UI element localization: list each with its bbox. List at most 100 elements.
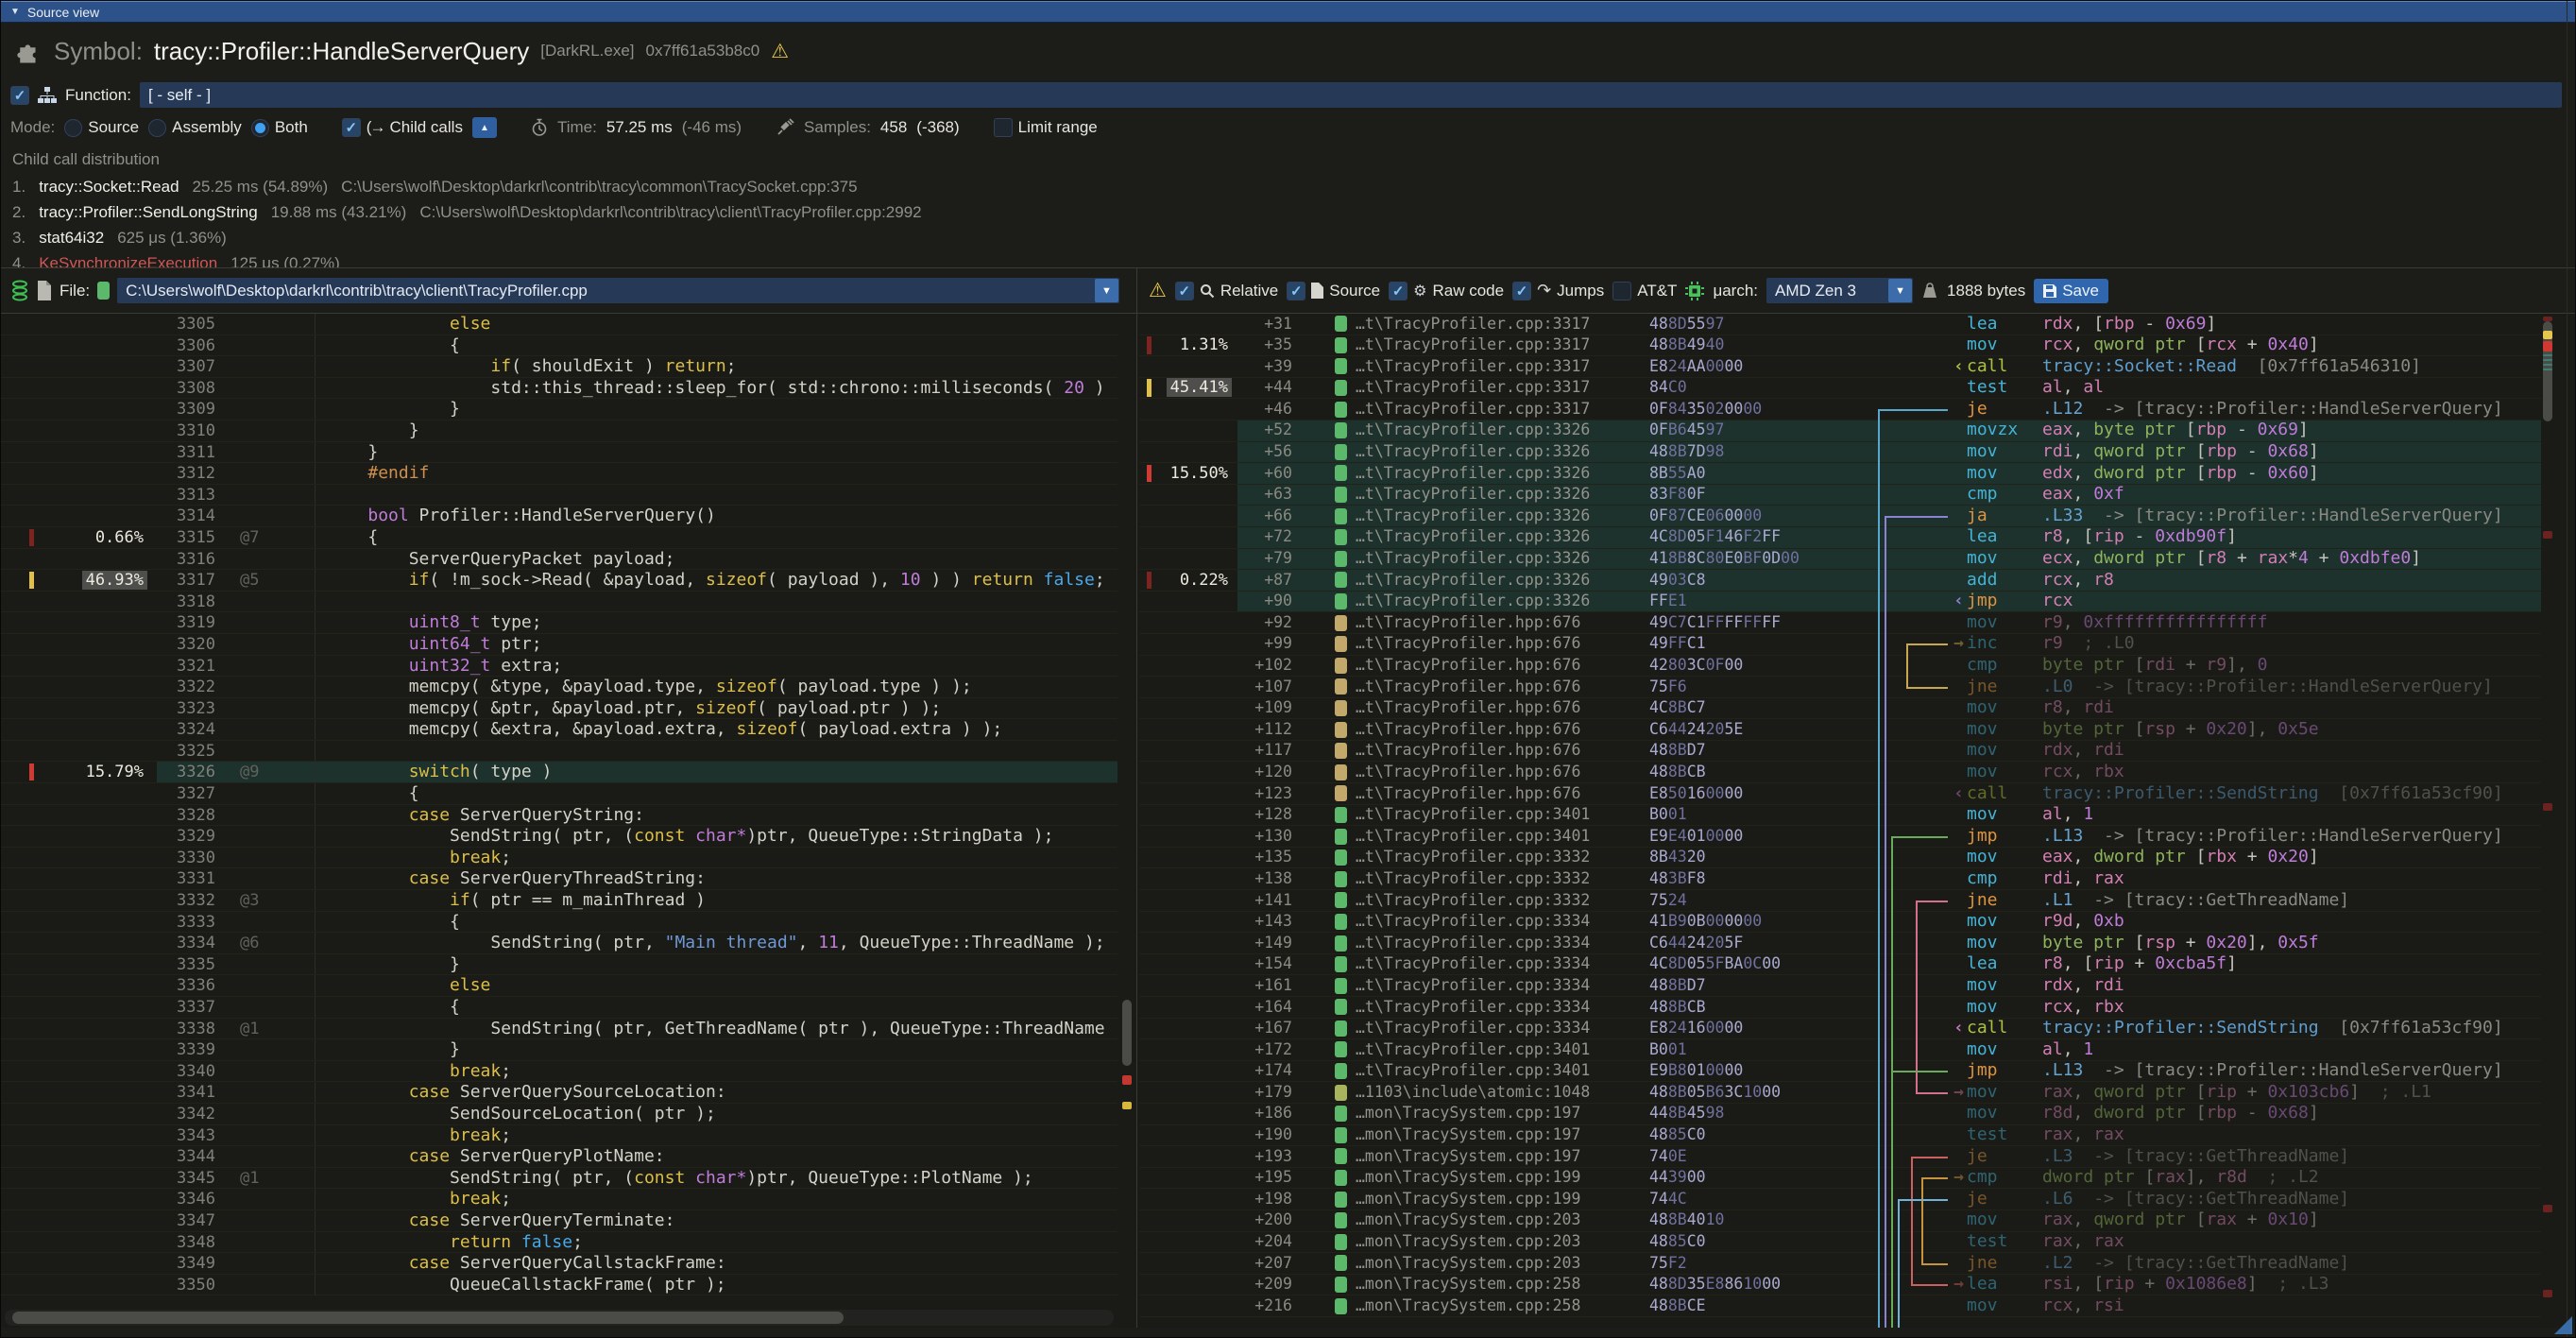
source-line-row[interactable]: 3310 } [1,420,1117,442]
asm-instruction-row[interactable]: +46…t\TracyProfiler.cpp:33170F8435020000… [1139,399,2541,420]
asm-instruction-row[interactable]: +204…mon\TracySystem.cpp:2034885C0testra… [1139,1232,2541,1254]
jumps-checkbox[interactable]: ✓ [1512,282,1531,300]
asm-source-location[interactable]: …t\TracyProfiler.cpp:3326 [1347,506,1649,527]
source-line-row[interactable]: 3318 [1,592,1117,613]
asm-source-location[interactable]: …t\TracyProfiler.cpp:3326 [1347,484,1649,506]
radio-both[interactable]: Both [251,118,308,137]
asm-instruction-row[interactable]: 45.41%+44…t\TracyProfiler.cpp:331784C0te… [1139,378,2541,400]
source-line-row[interactable]: 3305 else [1,314,1117,335]
asm-instruction-row[interactable]: +90…t\TracyProfiler.cpp:3326FFE1‹jmprcx [1139,592,2541,613]
radio-assembly[interactable]: Assembly [148,118,242,137]
asm-source-location[interactable]: …t\TracyProfiler.cpp:3334 [1347,953,1649,975]
source-line-row[interactable]: 3324 memcpy( &extra, &payload.extra, siz… [1,719,1117,741]
source-line-row[interactable]: 3306 { [1,335,1117,357]
child-calls-toggle[interactable]: ✓ (→ Child calls [342,118,463,137]
asm-instruction-row[interactable]: +66…t\TracyProfiler.cpp:33260F87CE060000… [1139,506,2541,527]
asm-instruction-row[interactable]: +141…t\TracyProfiler.cpp:33327524jne.L1 … [1139,890,2541,912]
asm-instruction-row[interactable]: +186…mon\TracySystem.cpp:197448B4598movr… [1139,1104,2541,1125]
source-line-row[interactable]: 3314 bool Profiler::HandleServerQuery() [1,506,1117,527]
child-call-item[interactable]: 1.tracy::Socket::Read25.25 ms (54.89%)C:… [12,174,2575,199]
asm-source-location[interactable]: …mon\TracySystem.cpp:258 [1347,1295,1649,1317]
asm-instruction-row[interactable]: 1.31%+35…t\TracyProfiler.cpp:3317488B494… [1139,335,2541,357]
asm-source-location[interactable]: …mon\TracySystem.cpp:199 [1347,1167,1649,1189]
source-line-row[interactable]: 3345@1 SendString( ptr, (const char*)ptr… [1,1168,1117,1190]
uarch-dropdown-arrow[interactable]: ▼ [1888,279,1912,302]
asm-instruction-row[interactable]: +72…t\TracyProfiler.cpp:33264C8D05F146F2… [1139,527,2541,549]
asm-instruction-row[interactable]: +117…t\TracyProfiler.hpp:676488BD7movrdx… [1139,741,2541,763]
asm-instruction-row[interactable]: +123…t\TracyProfiler.hpp:676E850160000‹c… [1139,783,2541,805]
source-line-row[interactable]: 3343 break; [1,1125,1117,1147]
source-line-row[interactable]: 3330 break; [1,848,1117,869]
source-line-row[interactable]: 3312 #endif [1,463,1117,485]
att-toggle[interactable]: AT&T [1612,282,1677,300]
titlebar[interactable]: ▼ Source view [1,1,2575,23]
asm-source-location[interactable]: …t\TracyProfiler.hpp:676 [1347,612,1649,634]
asm-instruction-row[interactable]: +102…t\TracyProfiler.hpp:67642803C0F00cm… [1139,656,2541,678]
asm-instruction-row[interactable]: +63…t\TracyProfiler.cpp:332683F80Fcmpeax… [1139,485,2541,506]
asm-instruction-row[interactable]: +154…t\TracyProfiler.cpp:33344C8D055FBA0… [1139,954,2541,976]
relative-toggle[interactable]: ✓ Relative [1175,282,1278,300]
source-line-row[interactable]: 3325 [1,741,1117,763]
asm-source-location[interactable]: …t\TracyProfiler.cpp:3326 [1347,441,1649,463]
source-line-row[interactable]: 3346 break; [1,1189,1117,1210]
asm-source-location[interactable]: …t\TracyProfiler.cpp:3326 [1347,591,1649,612]
asm-source-location[interactable]: …mon\TracySystem.cpp:203 [1347,1209,1649,1231]
asm-instruction-row[interactable]: +31…t\TracyProfiler.cpp:3317488D5597lear… [1139,314,2541,335]
asm-source-location[interactable]: …mon\TracySystem.cpp:197 [1347,1124,1649,1146]
asm-source-location[interactable]: …t\TracyProfiler.cpp:3332 [1347,890,1649,912]
asm-source-location[interactable]: …t\TracyProfiler.hpp:676 [1347,783,1649,805]
asm-source-location[interactable]: …t\TracyProfiler.hpp:676 [1347,633,1649,655]
asm-instruction-row[interactable]: +161…t\TracyProfiler.cpp:3334488BD7movrd… [1139,975,2541,997]
asm-source-location[interactable]: …t\TracyProfiler.hpp:676 [1347,719,1649,741]
asm-instruction-row[interactable]: +195…mon\TracySystem.cpp:199443900→cmpdw… [1139,1168,2541,1190]
asm-source-location[interactable]: …t\TracyProfiler.cpp:3334 [1347,911,1649,933]
source-line-row[interactable]: 3349 case ServerQueryCallstackFrame: [1,1253,1117,1275]
asm-source-location[interactable]: …mon\TracySystem.cpp:197 [1347,1103,1649,1124]
source-line-row[interactable]: 3329 SendString( ptr, (const char*)ptr, … [1,826,1117,848]
source-line-row[interactable]: 3341 case ServerQuerySourceLocation: [1,1082,1117,1104]
asm-instruction-row[interactable]: +92…t\TracyProfiler.hpp:67649C7C1FFFFFFF… [1139,612,2541,634]
asm-instruction-row[interactable]: +79…t\TracyProfiler.cpp:3326418B8C80E0BF… [1139,549,2541,571]
asm-source-location[interactable]: …t\TracyProfiler.cpp:3332 [1347,847,1649,868]
source-line-row[interactable]: 3309 } [1,399,1117,420]
source-hscroll-thumb[interactable] [12,1312,844,1324]
source-line-row[interactable]: 3342 SendSourceLocation( ptr ); [1,1104,1117,1125]
resize-grip-icon[interactable] [2554,1316,2572,1334]
asm-instruction-row[interactable]: +198…mon\TracySystem.cpp:199744Cje.L6 ->… [1139,1189,2541,1210]
asm-instruction-row[interactable]: +135…t\TracyProfiler.cpp:33328B4320movea… [1139,848,2541,869]
source-line-row[interactable]: 3336 else [1,975,1117,997]
child-call-item[interactable]: 3.stat64i32625 μs (1.36%) [12,225,2575,250]
asm-instruction-row[interactable]: +193…mon\TracySystem.cpp:197740Eje.L3 ->… [1139,1146,2541,1168]
asm-source-location[interactable]: …t\TracyProfiler.cpp:3334 [1347,975,1649,997]
asm-instruction-row[interactable]: +174…t\TracyProfiler.cpp:3401E9B8010000j… [1139,1061,2541,1083]
source-line-row[interactable]: 3340 break; [1,1061,1117,1083]
asm-source-location[interactable]: …t\TracyProfiler.cpp:3317 [1347,314,1649,334]
asm-instruction-row[interactable]: +99…t\TracyProfiler.hpp:67649FFC1→incr9 … [1139,634,2541,656]
asm-instruction-row[interactable]: +207…mon\TracySystem.cpp:20375F2jne.L2 -… [1139,1253,2541,1275]
source-line-row[interactable]: 3321 uint32_t extra; [1,656,1117,678]
limit-range-checkbox[interactable] [994,118,1013,137]
asm-source-location[interactable]: …t\TracyProfiler.cpp:3317 [1347,356,1649,378]
asm-instruction-row[interactable]: +56…t\TracyProfiler.cpp:3326488B7D98movr… [1139,442,2541,464]
source-line-row[interactable]: 3323 memcpy( &ptr, &payload.ptr, sizeof(… [1,698,1117,720]
asm-source-location[interactable]: …t\TracyProfiler.hpp:676 [1347,762,1649,783]
assembly-vertical-scrollbar[interactable] [2541,316,2554,1324]
asm-source-location[interactable]: …mon\TracySystem.cpp:203 [1347,1253,1649,1275]
source-line-row[interactable]: 3348 return false; [1,1232,1117,1254]
asm-instruction-row[interactable]: +190…mon\TracySystem.cpp:1974885C0testra… [1139,1125,2541,1147]
asm-instruction-row[interactable]: +167…t\TracyProfiler.cpp:3334E824160000‹… [1139,1019,2541,1040]
source-line-row[interactable]: 3337 { [1,997,1117,1019]
asm-instruction-row[interactable]: +52…t\TracyProfiler.cpp:33260FB64597movz… [1139,420,2541,442]
source-line-row[interactable]: 3328 case ServerQueryString: [1,805,1117,827]
asm-source-location[interactable]: …t\TracyProfiler.cpp:3326 [1347,570,1649,592]
asm-instruction-row[interactable]: +216…mon\TracySystem.cpp:258488BCEmovrcx… [1139,1295,2541,1317]
asm-source-location[interactable]: …t\TracyProfiler.cpp:3326 [1347,548,1649,570]
scrollbar-thumb[interactable] [1122,1000,1132,1066]
asm-source-location[interactable]: …t\TracyProfiler.cpp:3332 [1347,868,1649,890]
asm-source-location[interactable]: …t\TracyProfiler.cpp:3401 [1347,804,1649,826]
asm-instruction-row[interactable]: +172…t\TracyProfiler.cpp:3401B001moval, … [1139,1039,2541,1061]
source-horizontal-scrollbar[interactable] [5,1310,1114,1326]
asm-instruction-row[interactable]: +149…t\TracyProfiler.cpp:3334C64424205Fm… [1139,933,2541,954]
asm-instruction-row[interactable]: +120…t\TracyProfiler.hpp:676488BCBmovrcx… [1139,762,2541,783]
source-line-row[interactable]: 3316 ServerQueryPacket payload; [1,549,1117,571]
